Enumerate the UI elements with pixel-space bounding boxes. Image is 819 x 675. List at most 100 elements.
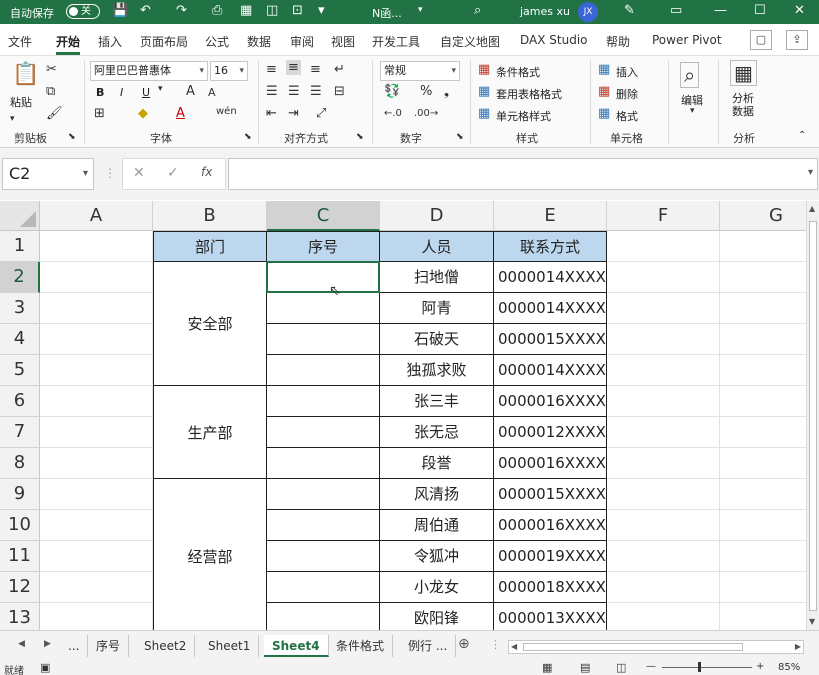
- print-preview-icon[interactable]: ⎙: [212, 3, 222, 18]
- redo-icon[interactable]: ↷: [176, 3, 187, 18]
- contact-cell[interactable]: 0000014XXXX: [494, 355, 607, 386]
- serial-number-cell[interactable]: [267, 448, 380, 479]
- scroll-thumb[interactable]: [809, 221, 817, 611]
- formula-input[interactable]: ▾: [228, 158, 818, 190]
- zoom-level[interactable]: 85%: [778, 662, 800, 673]
- row-header-13[interactable]: 13: [0, 603, 40, 630]
- clipboard-launcher-icon[interactable]: ⬊: [68, 132, 76, 142]
- zoom-in-icon[interactable]: +: [756, 661, 764, 672]
- format-as-table-button[interactable]: 套用表格格式: [496, 86, 562, 102]
- cut-icon[interactable]: ✂: [46, 62, 57, 77]
- row-header-7[interactable]: 7: [0, 417, 40, 448]
- page-break-view-icon[interactable]: ◫: [616, 661, 626, 674]
- department-cell[interactable]: 经营部: [153, 479, 267, 630]
- font-name-select[interactable]: 阿里巴巴普惠体 ▾: [90, 61, 208, 81]
- comments-icon[interactable]: ▢: [750, 30, 772, 50]
- column-header-f[interactable]: F: [607, 201, 720, 231]
- name-box[interactable]: C2 ▾: [2, 158, 94, 190]
- align-middle-icon[interactable]: ≡: [286, 60, 301, 75]
- table-header-cell[interactable]: 部门: [153, 231, 267, 262]
- paste-button[interactable]: 粘贴: [10, 94, 32, 110]
- table-icon[interactable]: ▦: [240, 3, 252, 18]
- format-cells-button[interactable]: 格式: [616, 108, 638, 124]
- align-left-icon[interactable]: ☰: [266, 84, 278, 99]
- editing-dropdown-icon[interactable]: ▾: [690, 106, 695, 116]
- person-cell[interactable]: 张三丰: [380, 386, 494, 417]
- align-bottom-icon[interactable]: ≡: [310, 62, 321, 77]
- column-header-c[interactable]: C: [267, 201, 380, 231]
- row-header-12[interactable]: 12: [0, 572, 40, 603]
- tab-data[interactable]: 数据: [247, 33, 271, 50]
- tab-help[interactable]: 帮助: [606, 33, 630, 50]
- cell-styles-button[interactable]: 单元格样式: [496, 108, 551, 124]
- fill-color-icon[interactable]: ◆: [138, 106, 148, 121]
- department-cell[interactable]: 生产部: [153, 386, 267, 479]
- tab-formulas[interactable]: 公式: [205, 33, 229, 50]
- camera-icon[interactable]: ⊡: [292, 3, 303, 18]
- prev-sheet-icon[interactable]: ◀: [18, 639, 25, 649]
- serial-number-cell[interactable]: [267, 510, 380, 541]
- underline-button[interactable]: U: [142, 86, 150, 99]
- tab-insert[interactable]: 插入: [98, 33, 122, 50]
- row-header-3[interactable]: 3: [0, 293, 40, 324]
- tab-dax-studio[interactable]: DAX Studio: [520, 33, 588, 47]
- row-header-9[interactable]: 9: [0, 479, 40, 510]
- minimize-icon[interactable]: —: [714, 3, 727, 18]
- undo-icon[interactable]: ↶: [140, 3, 151, 18]
- align-center-icon[interactable]: ☰: [288, 84, 300, 99]
- contact-cell[interactable]: 0000015XXXX: [494, 479, 607, 510]
- tab-view[interactable]: 视图: [331, 33, 355, 50]
- person-cell[interactable]: 风清扬: [380, 479, 494, 510]
- row-header-11[interactable]: 11: [0, 541, 40, 572]
- person-cell[interactable]: 张无忌: [380, 417, 494, 448]
- enter-icon[interactable]: ✓: [167, 165, 179, 181]
- hscroll-thumb[interactable]: [523, 643, 743, 651]
- shrink-font-icon[interactable]: A: [208, 86, 216, 99]
- align-right-icon[interactable]: ☰: [310, 84, 322, 99]
- sheet-tab-sheet4[interactable]: Sheet4: [264, 635, 329, 657]
- phonetic-icon[interactable]: wén: [216, 106, 237, 117]
- row-header-10[interactable]: 10: [0, 510, 40, 541]
- decrease-indent-icon[interactable]: ⇤: [266, 106, 277, 121]
- grow-font-icon[interactable]: A: [186, 84, 195, 99]
- person-cell[interactable]: 令狐冲: [380, 541, 494, 572]
- row-header-4[interactable]: 4: [0, 324, 40, 355]
- serial-number-cell[interactable]: [267, 324, 380, 355]
- person-cell[interactable]: 周伯通: [380, 510, 494, 541]
- contact-cell[interactable]: 0000019XXXX: [494, 541, 607, 572]
- chevron-down-icon[interactable]: ▾: [83, 159, 88, 189]
- close-icon[interactable]: ✕: [794, 3, 805, 18]
- insert-function-icon[interactable]: fx: [201, 165, 212, 179]
- share-icon[interactable]: ⇪: [786, 30, 808, 50]
- table-header-cell[interactable]: 序号: [267, 231, 380, 262]
- contact-cell[interactable]: 0000012XXXX: [494, 417, 607, 448]
- column-header-b[interactable]: B: [153, 201, 267, 231]
- increase-decimal-icon[interactable]: ←.0: [384, 108, 402, 119]
- table-header-cell[interactable]: 联系方式: [494, 231, 607, 262]
- font-launcher-icon[interactable]: ⬊: [244, 132, 252, 142]
- contact-cell[interactable]: 0000014XXXX: [494, 293, 607, 324]
- person-cell[interactable]: 扫地僧: [380, 262, 494, 293]
- number-launcher-icon[interactable]: ⬊: [456, 132, 464, 142]
- sheet-tab-xuhao[interactable]: 序号: [88, 635, 130, 657]
- table-header-cell[interactable]: 人员: [380, 231, 494, 262]
- analyze-data-button[interactable]: 分析数据: [732, 92, 758, 118]
- contact-cell[interactable]: 0000013XXXX: [494, 603, 607, 630]
- scroll-left-icon[interactable]: ◀: [511, 642, 517, 651]
- doc-dropdown-icon[interactable]: ▾: [418, 5, 423, 15]
- row-header-8[interactable]: 8: [0, 448, 40, 479]
- scroll-right-icon[interactable]: ▶: [795, 642, 801, 651]
- column-header-a[interactable]: A: [40, 201, 153, 231]
- increase-indent-icon[interactable]: ⇥: [288, 106, 299, 121]
- insert-cells-button[interactable]: 插入: [616, 64, 638, 80]
- horizontal-scrollbar[interactable]: ◀ ▶: [508, 640, 804, 654]
- delete-cells-button[interactable]: 删除: [616, 86, 638, 102]
- add-sheet-icon[interactable]: ⊕: [458, 636, 470, 652]
- person-cell[interactable]: 段誉: [380, 448, 494, 479]
- select-all-button[interactable]: [0, 201, 40, 231]
- row-header-6[interactable]: 6: [0, 386, 40, 417]
- serial-number-cell[interactable]: [267, 386, 380, 417]
- sheet-tab-sheet1[interactable]: Sheet1: [200, 635, 260, 657]
- normal-view-icon[interactable]: ▦: [542, 661, 552, 674]
- sheet-tab-conditional[interactable]: 条件格式: [328, 635, 394, 657]
